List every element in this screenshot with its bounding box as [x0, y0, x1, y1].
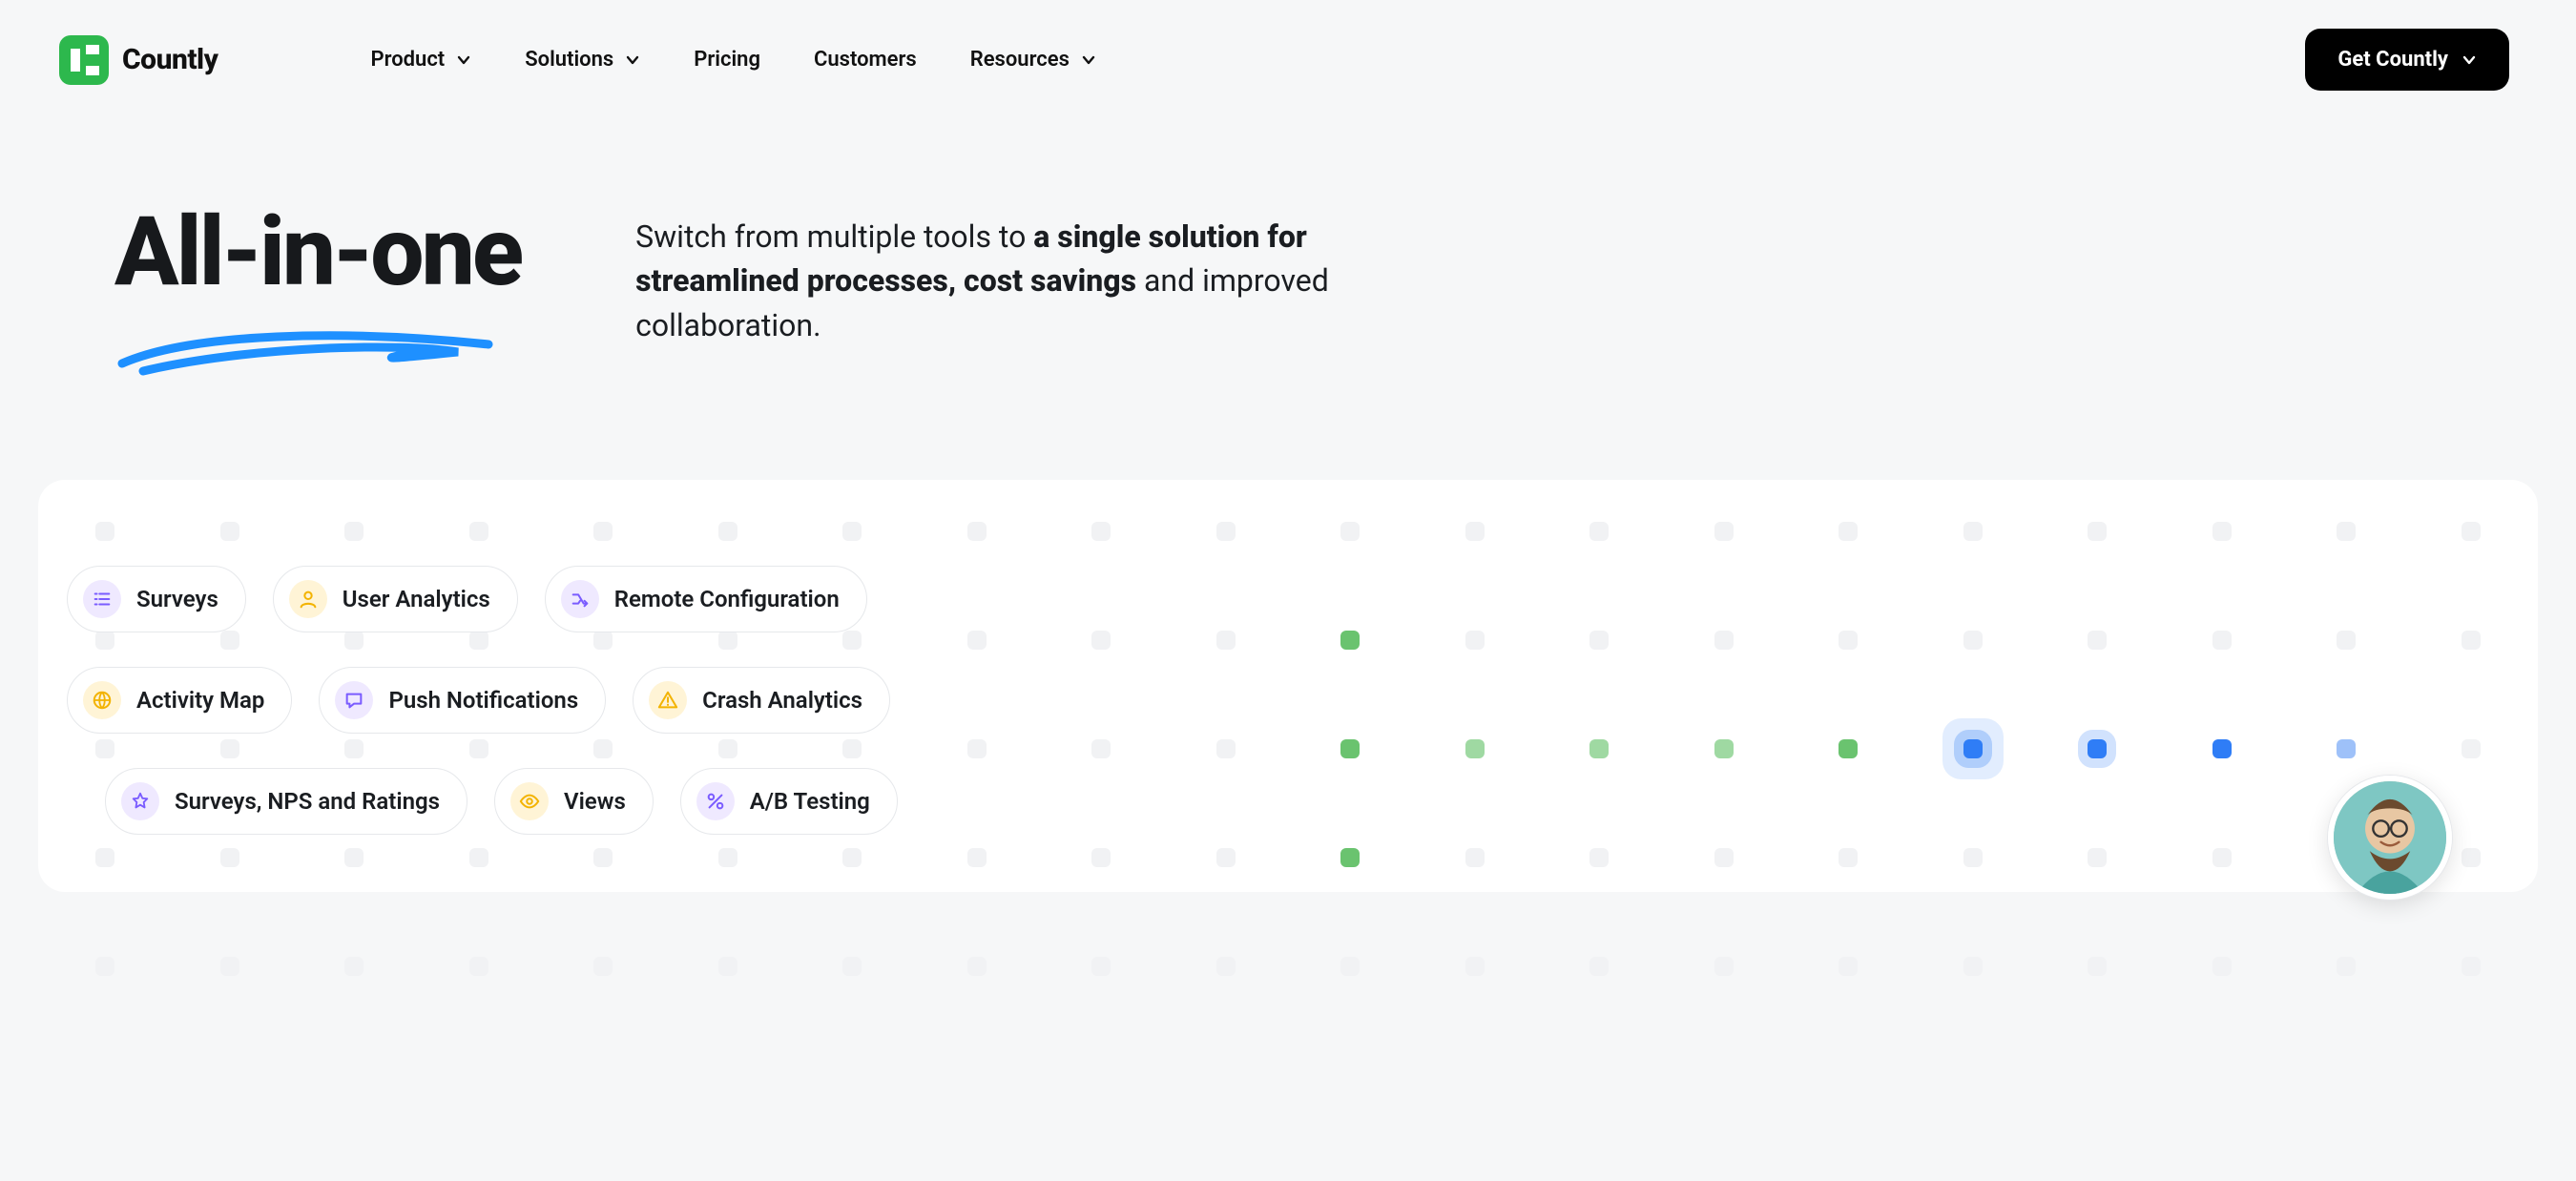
user-icon [289, 580, 327, 618]
tag-crash-analytics[interactable]: Crash Analytics [633, 667, 890, 734]
nav-label: Pricing [694, 48, 760, 72]
tag-row: Surveys, NPS and Ratings Views A/B Testi… [67, 768, 2509, 835]
avatar [2328, 776, 2452, 900]
hero-description: Switch from multiple tools to a single s… [635, 205, 1437, 347]
chat-icon [335, 681, 373, 719]
brand[interactable]: Countly [57, 33, 218, 87]
alert-icon [649, 681, 687, 719]
tag-surveys[interactable]: Surveys [67, 566, 246, 632]
hero-title: All-in-one [114, 205, 521, 300]
tag-label: A/B Testing [750, 788, 870, 815]
tag-label: User Analytics [343, 586, 490, 612]
star-icon [121, 782, 159, 820]
get-countly-button[interactable]: Get Countly [2305, 29, 2509, 91]
hero: All-in-one Switch from multiple tools to… [0, 119, 2576, 442]
nav-item-solutions[interactable]: Solutions [525, 48, 640, 72]
features-panel: Surveys User Analytics Remote Configurat… [38, 480, 2538, 892]
tag-push-notifications[interactable]: Push Notifications [319, 667, 606, 734]
tag-user-analytics[interactable]: User Analytics [273, 566, 518, 632]
nav-item-pricing[interactable]: Pricing [694, 48, 760, 72]
tag-ab-testing[interactable]: A/B Testing [680, 768, 898, 835]
tag-label: Remote Configuration [614, 586, 840, 612]
tag-label: Crash Analytics [702, 687, 862, 714]
cta-label: Get Countly [2337, 48, 2448, 72]
tag-activity-map[interactable]: Activity Map [67, 667, 292, 734]
tag-label: Surveys, NPS and Ratings [175, 788, 440, 815]
list-icon [83, 580, 121, 618]
nav-label: Product [370, 48, 445, 72]
nav-label: Resources [970, 48, 1070, 72]
nav-label: Customers [814, 48, 917, 72]
tag-remote-config[interactable]: Remote Configuration [545, 566, 867, 632]
globe-icon [83, 681, 121, 719]
chevron-down-icon [1081, 52, 1096, 68]
tag-label: Surveys [136, 586, 218, 612]
nav-links: Product Solutions Pricing Customers Reso… [370, 48, 1095, 72]
nav-item-resources[interactable]: Resources [970, 48, 1096, 72]
nav-label: Solutions [525, 48, 613, 72]
top-nav: Countly Product Solutions Pricing Custom… [0, 0, 2576, 119]
tag-surveys-nps[interactable]: Surveys, NPS and Ratings [105, 768, 467, 835]
percent-icon [696, 782, 735, 820]
hero-desc-prefix: Switch from multiple tools to [635, 218, 1033, 255]
tag-row: Surveys User Analytics Remote Configurat… [67, 566, 2509, 632]
tag-label: Views [564, 788, 626, 815]
hero-title-block: All-in-one [114, 205, 521, 384]
feature-tags: Surveys User Analytics Remote Configurat… [67, 566, 2509, 835]
nav-item-customers[interactable]: Customers [814, 48, 917, 72]
tag-label: Push Notifications [388, 687, 578, 714]
chevron-down-icon [456, 52, 471, 68]
tag-label: Activity Map [136, 687, 264, 714]
chevron-down-icon [625, 52, 640, 68]
underline-scribble-icon [114, 323, 521, 384]
brand-name: Countly [122, 43, 218, 76]
shuffle-icon [561, 580, 599, 618]
countly-logo-icon [57, 33, 111, 87]
tag-views[interactable]: Views [494, 768, 654, 835]
eye-icon [510, 782, 549, 820]
nav-item-product[interactable]: Product [370, 48, 471, 72]
chevron-down-icon [2462, 52, 2477, 68]
tag-row: Activity Map Push Notifications Crash An… [67, 667, 2509, 734]
